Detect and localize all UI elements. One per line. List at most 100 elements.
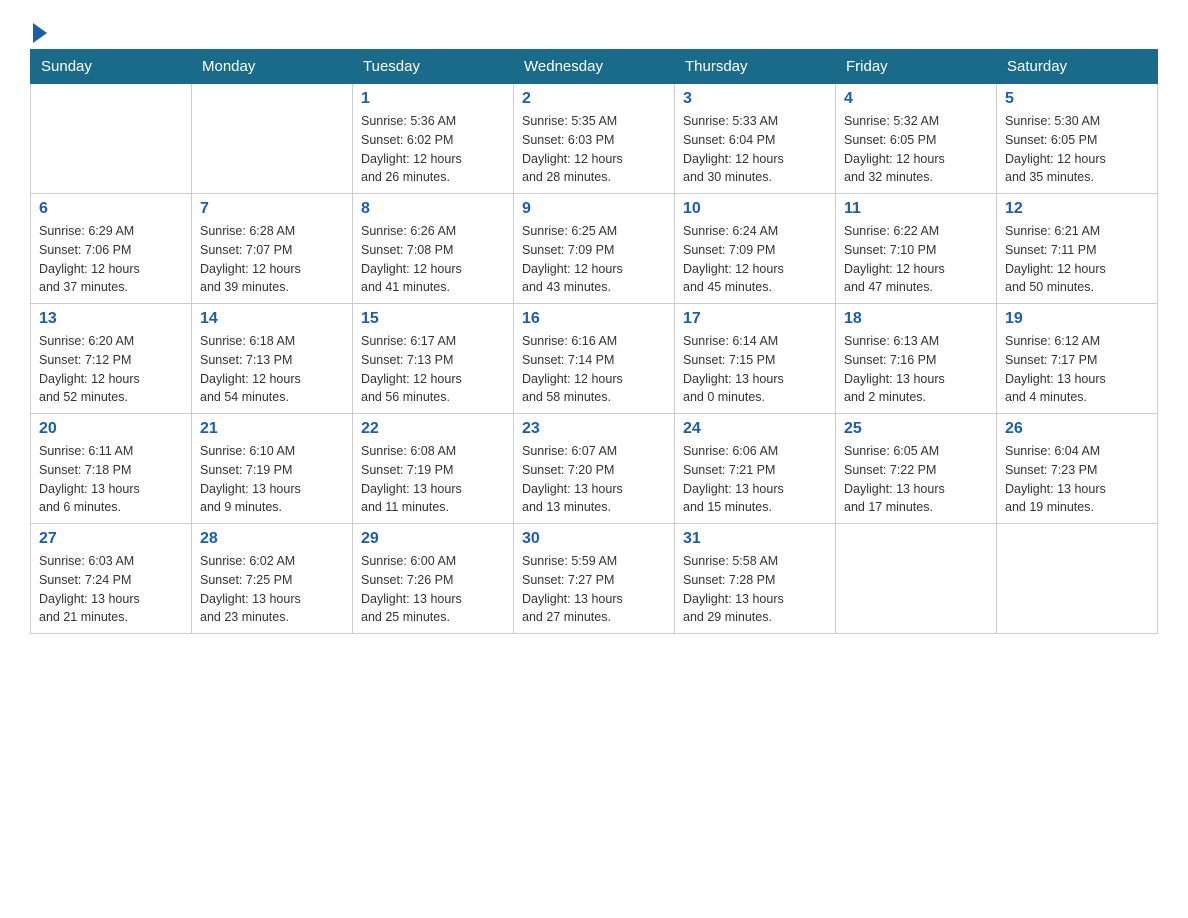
- day-number: 19: [1005, 310, 1149, 328]
- calendar-cell: 16 Sunrise: 6:16 AM Sunset: 7:14 PM Dayli…: [514, 304, 675, 414]
- day-number: 1: [361, 90, 505, 108]
- calendar-cell: 2Sunrise: 5:35 AM Sunset: 6:03 PM Daylig…: [514, 84, 675, 194]
- day-number: 5: [1005, 90, 1149, 108]
- calendar-cell: 23 Sunrise: 6:07 AM Sunset: 7:20 PM Dayli…: [514, 414, 675, 524]
- day-info: Sunrise: 6:07 AM Sunset: 7:20 PM Dayligh…: [522, 442, 666, 517]
- day-info: Sunrise: 6:11 AM Sunset: 7:18 PM Dayligh…: [39, 442, 183, 517]
- calendar-cell: 10Sunrise: 6:24 AM Sunset: 7:09 PM Dayli…: [675, 194, 836, 304]
- day-info: Sunrise: 6:12 AM Sunset: 7:17 PM Dayligh…: [1005, 332, 1149, 407]
- calendar-cell: [836, 524, 997, 634]
- day-info: Sunrise: 6:03 AM Sunset: 7:24 PM Dayligh…: [39, 552, 183, 627]
- calendar-cell: 18 Sunrise: 6:13 AM Sunset: 7:16 PM Dayli…: [836, 304, 997, 414]
- calendar-cell: 3Sunrise: 5:33 AM Sunset: 6:04 PM Daylig…: [675, 84, 836, 194]
- calendar-week-row: 1 Sunrise: 5:36 AM Sunset: 6:02 PM Daylig…: [31, 84, 1158, 194]
- calendar-cell: 11 Sunrise: 6:22 AM Sunset: 7:10 PM Dayli…: [836, 194, 997, 304]
- day-number: 20: [39, 420, 183, 438]
- calendar-cell: 1 Sunrise: 5:36 AM Sunset: 6:02 PM Daylig…: [353, 84, 514, 194]
- day-number: 30: [522, 530, 666, 548]
- day-info: Sunrise: 5:59 AM Sunset: 7:27 PM Dayligh…: [522, 552, 666, 627]
- calendar-cell: 26 Sunrise: 6:04 AM Sunset: 7:23 PM Dayli…: [997, 414, 1158, 524]
- page-header: [30, 20, 1158, 39]
- day-info: Sunrise: 6:05 AM Sunset: 7:22 PM Dayligh…: [844, 442, 988, 517]
- day-info: Sunrise: 6:04 AM Sunset: 7:23 PM Dayligh…: [1005, 442, 1149, 517]
- day-number: 17: [683, 310, 827, 328]
- day-number: 26: [1005, 420, 1149, 438]
- day-number: 3: [683, 90, 827, 108]
- day-number: 11: [844, 200, 988, 218]
- day-number: 4: [844, 90, 988, 108]
- day-number: 21: [200, 420, 344, 438]
- calendar-week-row: 20 Sunrise: 6:11 AM Sunset: 7:18 PM Dayli…: [31, 414, 1158, 524]
- day-info: Sunrise: 6:13 AM Sunset: 7:16 PM Dayligh…: [844, 332, 988, 407]
- calendar-cell: [31, 84, 192, 194]
- day-number: 7: [200, 200, 344, 218]
- calendar-cell: 17 Sunrise: 6:14 AM Sunset: 7:15 PM Dayli…: [675, 304, 836, 414]
- weekday-header-wednesday: Wednesday: [514, 50, 675, 84]
- day-info: Sunrise: 6:29 AM Sunset: 7:06 PM Dayligh…: [39, 222, 183, 297]
- weekday-header-tuesday: Tuesday: [353, 50, 514, 84]
- day-number: 14: [200, 310, 344, 328]
- calendar-cell: [997, 524, 1158, 634]
- day-info: Sunrise: 6:25 AM Sunset: 7:09 PM Dayligh…: [522, 222, 666, 297]
- day-info: Sunrise: 5:58 AM Sunset: 7:28 PM Dayligh…: [683, 552, 827, 627]
- day-number: 25: [844, 420, 988, 438]
- calendar-week-row: 13Sunrise: 6:20 AM Sunset: 7:12 PM Dayli…: [31, 304, 1158, 414]
- day-info: Sunrise: 6:14 AM Sunset: 7:15 PM Dayligh…: [683, 332, 827, 407]
- weekday-header-sunday: Sunday: [31, 50, 192, 84]
- logo: [30, 20, 47, 39]
- calendar-week-row: 27 Sunrise: 6:03 AM Sunset: 7:24 PM Dayli…: [31, 524, 1158, 634]
- calendar-cell: 15 Sunrise: 6:17 AM Sunset: 7:13 PM Dayli…: [353, 304, 514, 414]
- day-number: 12: [1005, 200, 1149, 218]
- calendar-cell: 12 Sunrise: 6:21 AM Sunset: 7:11 PM Dayli…: [997, 194, 1158, 304]
- day-info: Sunrise: 6:22 AM Sunset: 7:10 PM Dayligh…: [844, 222, 988, 297]
- day-info: Sunrise: 6:06 AM Sunset: 7:21 PM Dayligh…: [683, 442, 827, 517]
- calendar-cell: 28 Sunrise: 6:02 AM Sunset: 7:25 PM Dayli…: [192, 524, 353, 634]
- day-info: Sunrise: 6:28 AM Sunset: 7:07 PM Dayligh…: [200, 222, 344, 297]
- day-number: 15: [361, 310, 505, 328]
- calendar-cell: 29 Sunrise: 6:00 AM Sunset: 7:26 PM Dayli…: [353, 524, 514, 634]
- day-number: 23: [522, 420, 666, 438]
- day-number: 18: [844, 310, 988, 328]
- day-number: 29: [361, 530, 505, 548]
- day-number: 6: [39, 200, 183, 218]
- calendar-cell: 21 Sunrise: 6:10 AM Sunset: 7:19 PM Dayli…: [192, 414, 353, 524]
- calendar-cell: 24Sunrise: 6:06 AM Sunset: 7:21 PM Dayli…: [675, 414, 836, 524]
- calendar-cell: 13Sunrise: 6:20 AM Sunset: 7:12 PM Dayli…: [31, 304, 192, 414]
- day-number: 16: [522, 310, 666, 328]
- calendar-week-row: 6 Sunrise: 6:29 AM Sunset: 7:06 PM Daylig…: [31, 194, 1158, 304]
- weekday-header-thursday: Thursday: [675, 50, 836, 84]
- day-number: 28: [200, 530, 344, 548]
- day-info: Sunrise: 5:30 AM Sunset: 6:05 PM Dayligh…: [1005, 112, 1149, 187]
- day-number: 8: [361, 200, 505, 218]
- day-info: Sunrise: 6:10 AM Sunset: 7:19 PM Dayligh…: [200, 442, 344, 517]
- day-info: Sunrise: 6:02 AM Sunset: 7:25 PM Dayligh…: [200, 552, 344, 627]
- logo-arrow-icon: [33, 23, 47, 43]
- weekday-header-monday: Monday: [192, 50, 353, 84]
- calendar-cell: 31Sunrise: 5:58 AM Sunset: 7:28 PM Dayli…: [675, 524, 836, 634]
- day-number: 10: [683, 200, 827, 218]
- calendar-header-row: SundayMondayTuesdayWednesdayThursdayFrid…: [31, 50, 1158, 84]
- day-info: Sunrise: 5:36 AM Sunset: 6:02 PM Dayligh…: [361, 112, 505, 187]
- calendar-cell: 20 Sunrise: 6:11 AM Sunset: 7:18 PM Dayli…: [31, 414, 192, 524]
- day-info: Sunrise: 6:08 AM Sunset: 7:19 PM Dayligh…: [361, 442, 505, 517]
- calendar-cell: 30 Sunrise: 5:59 AM Sunset: 7:27 PM Dayli…: [514, 524, 675, 634]
- calendar-cell: 25 Sunrise: 6:05 AM Sunset: 7:22 PM Dayli…: [836, 414, 997, 524]
- calendar-cell: 22 Sunrise: 6:08 AM Sunset: 7:19 PM Dayli…: [353, 414, 514, 524]
- day-info: Sunrise: 6:26 AM Sunset: 7:08 PM Dayligh…: [361, 222, 505, 297]
- calendar-cell: 27 Sunrise: 6:03 AM Sunset: 7:24 PM Dayli…: [31, 524, 192, 634]
- calendar-cell: 14 Sunrise: 6:18 AM Sunset: 7:13 PM Dayli…: [192, 304, 353, 414]
- day-number: 9: [522, 200, 666, 218]
- day-info: Sunrise: 6:17 AM Sunset: 7:13 PM Dayligh…: [361, 332, 505, 407]
- day-info: Sunrise: 6:16 AM Sunset: 7:14 PM Dayligh…: [522, 332, 666, 407]
- calendar-cell: 5 Sunrise: 5:30 AM Sunset: 6:05 PM Daylig…: [997, 84, 1158, 194]
- calendar-cell: [192, 84, 353, 194]
- weekday-header-friday: Friday: [836, 50, 997, 84]
- day-number: 27: [39, 530, 183, 548]
- weekday-header-saturday: Saturday: [997, 50, 1158, 84]
- day-info: Sunrise: 6:18 AM Sunset: 7:13 PM Dayligh…: [200, 332, 344, 407]
- calendar-cell: 9 Sunrise: 6:25 AM Sunset: 7:09 PM Daylig…: [514, 194, 675, 304]
- day-number: 13: [39, 310, 183, 328]
- day-info: Sunrise: 6:00 AM Sunset: 7:26 PM Dayligh…: [361, 552, 505, 627]
- day-number: 22: [361, 420, 505, 438]
- day-info: Sunrise: 6:21 AM Sunset: 7:11 PM Dayligh…: [1005, 222, 1149, 297]
